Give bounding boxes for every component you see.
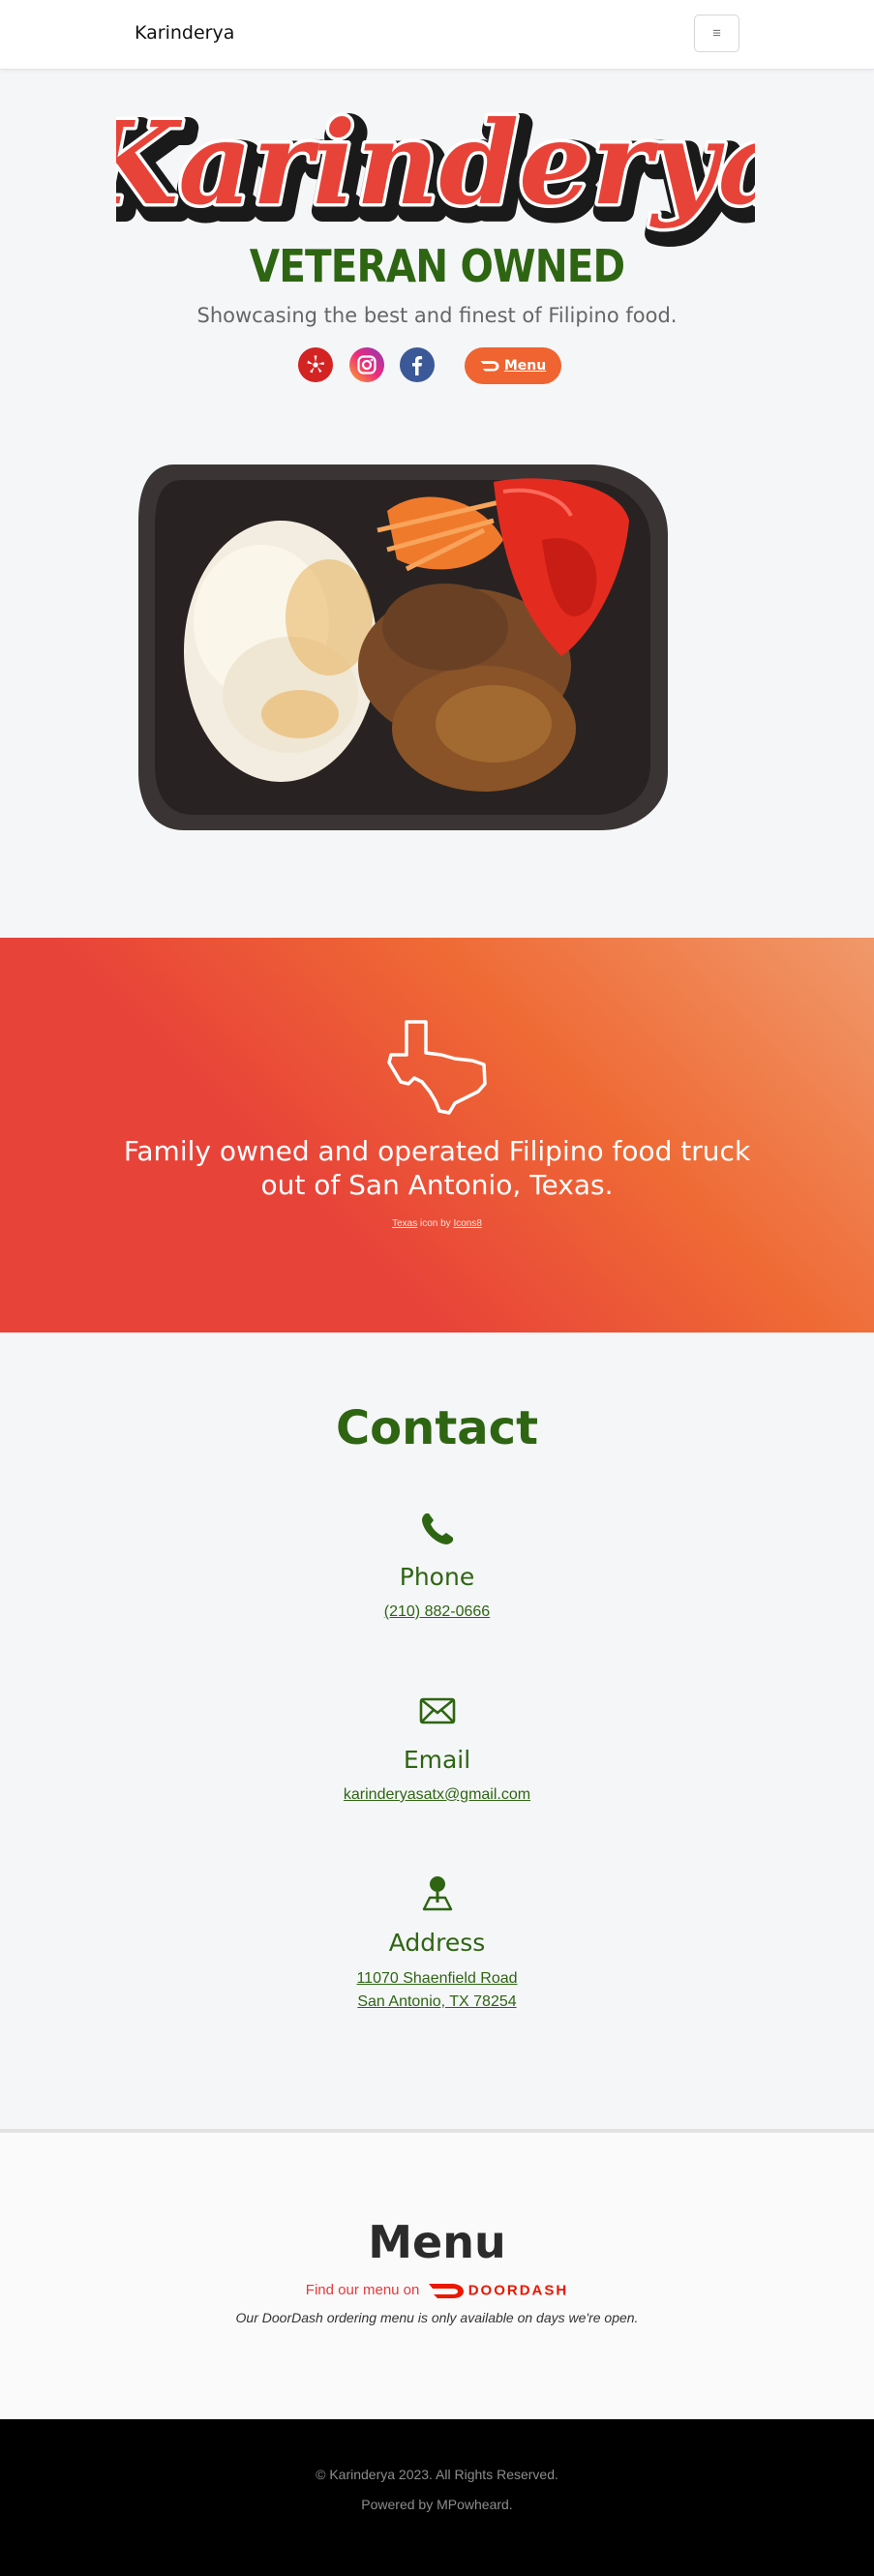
banner-line-1: Family owned and operated Filipino food … [123, 1135, 751, 1167]
navbar-brand[interactable]: Karinderya [135, 22, 234, 44]
banner-headline: Family owned and operated Filipino food … [0, 1134, 874, 1202]
karinderya-logo: Karinderya Karinderya Karinderya [116, 93, 755, 250]
hamburger-icon: ≡ [712, 25, 721, 42]
facebook-icon[interactable] [400, 347, 435, 382]
doordash-wordmark: DOORDASH [467, 2282, 569, 2299]
menu-button[interactable]: Menu [465, 347, 561, 384]
menu-button-label: Menu [503, 358, 547, 374]
doordash-icon [480, 361, 499, 372]
texas-credit-link[interactable]: Texas [392, 1218, 417, 1229]
address-line-1[interactable]: 11070 Shaenfield Road [356, 1970, 517, 1987]
menu-section: Menu Find our menu on DOORDASH Our DoorD… [0, 2129, 874, 2419]
phone-icon [422, 1513, 453, 1544]
menu-toggle-button[interactable]: ≡ [694, 15, 739, 52]
credit-text: icon by [417, 1218, 454, 1229]
tagline: Showcasing the best and finest of Filipi… [196, 304, 678, 327]
phone-label: Phone [399, 1563, 475, 1591]
phone-link[interactable]: (210) 882-0666 [384, 1603, 490, 1620]
email-link[interactable]: karinderyasatx@gmail.com [344, 1786, 530, 1803]
icons8-credit-link[interactable]: Icons8 [453, 1218, 481, 1229]
doordash-logo-icon [428, 2284, 464, 2299]
address-line-2[interactable]: San Antonio, TX 78254 [357, 1993, 516, 2010]
instagram-icon[interactable] [349, 347, 384, 382]
navbar: Karinderya ≡ [0, 0, 874, 70]
texas-icon [387, 1020, 487, 1115]
email-row: karinderyasatx@gmail.com [0, 1783, 874, 1807]
contact-title: Contact [335, 1401, 539, 1455]
menu-availability-note: Our DoorDash ordering menu is only avail… [235, 2310, 639, 2325]
find-menu-line: Find our menu on DOORDASH [0, 2282, 874, 2299]
email-label: Email [403, 1746, 471, 1774]
icon-credit: Texas icon by Icons8 [0, 1218, 874, 1229]
doordash-link[interactable]: DOORDASH [428, 2282, 569, 2299]
find-menu-text: Find our menu on [305, 2282, 420, 2298]
powered-by-text: Powered by MPowheard. [361, 2497, 513, 2512]
phone-row: (210) 882-0666 [0, 1601, 874, 1624]
envelope-icon [419, 1697, 456, 1724]
svg-text:Karinderya: Karinderya [116, 96, 755, 230]
yelp-icon[interactable] [298, 347, 333, 382]
copyright-text: © Karinderya 2023. All Rights Reserved. [316, 2467, 558, 2482]
banner-line-2: out of San Antonio, Texas. [260, 1169, 614, 1201]
veteran-owned-heading: VETERAN OWNED [249, 240, 625, 292]
map-pin-icon [422, 1876, 453, 1911]
footer: © Karinderya 2023. All Rights Reserved. … [0, 2419, 874, 2576]
family-owned-banner: Family owned and operated Filipino food … [0, 938, 874, 1333]
food-tray-image [138, 464, 668, 830]
menu-title: Menu [368, 2216, 506, 2268]
address-block: 11070 Shaenfield Road San Antonio, TX 78… [0, 1967, 874, 2014]
address-label: Address [388, 1929, 486, 1957]
